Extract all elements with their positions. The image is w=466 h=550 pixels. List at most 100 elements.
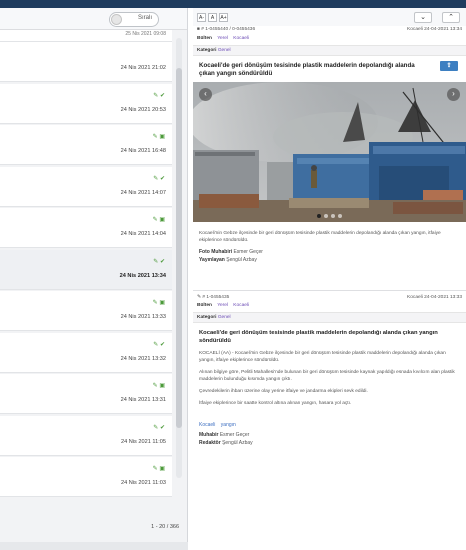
photo-next-arrow[interactable]: ›: [447, 88, 460, 101]
article-paragraph: Alınan bilgiye göre, Pelitli Mahallesi'n…: [199, 370, 455, 382]
previous-item-button[interactable]: ⌃: [442, 12, 460, 23]
status-icons: ✎ ▣: [152, 134, 165, 140]
tag-label: Bülten: [197, 36, 212, 41]
detail-toolbar: A- A A+ ⌄ ⌃: [193, 8, 466, 26]
font-increase-button[interactable]: A+: [219, 12, 228, 22]
item-meta-2: ✎ # 1-0455435 Kocaeli 24-04-2021 13:33: [193, 293, 466, 303]
article-paragraph: İtfaiye ekiplerince bir saatte kontrol a…: [199, 401, 352, 406]
publisher-label: Yayınlayan: [199, 257, 225, 263]
list-item[interactable]: ✎ ▣ 24 Nis 2021 11:03: [0, 457, 172, 497]
news-list-panel: Sıralı 25 Nis 2021 09:08 24 Nis 2021 21:…: [0, 8, 188, 550]
status-icons: ✎ ✔: [153, 92, 165, 99]
news-photo[interactable]: ‹ ›: [193, 82, 466, 222]
list-item[interactable]: ✎ ▣ 24 Nis 2021 16:48: [0, 125, 172, 165]
keyword-link[interactable]: yangın: [221, 422, 236, 428]
scrollbar-thumb[interactable]: [176, 68, 182, 428]
sort-toggle[interactable]: Sıralı: [109, 12, 159, 27]
reporter-credit: Muhabir Esmer Geçer: [193, 431, 466, 439]
status-icons: ✎ ▣: [152, 383, 165, 389]
category-label: Kategori: [197, 48, 217, 53]
photo-pagination-dots: [317, 214, 342, 218]
font-decrease-button[interactable]: A-: [197, 12, 206, 22]
article-paragraph: KOCAELİ (AA) - Kocaeli'nin Gebze ilçesin…: [199, 351, 446, 363]
editor-label: Redaktör: [199, 440, 221, 446]
item-location-date: Kocaeli 24-04-2021 13:33: [407, 295, 462, 300]
credit-label: Foto Muhabiri: [199, 249, 233, 255]
item-date: 24 Nis 2021 21:02: [120, 65, 166, 71]
toggle-label: Sıralı: [137, 15, 152, 21]
divider: [193, 290, 466, 291]
list-item[interactable]: ✎ ▣ 24 Nis 2021 13:31: [0, 374, 172, 414]
photo-prev-arrow[interactable]: ‹: [199, 88, 212, 101]
status-icons: ✎ ✔: [153, 341, 165, 348]
list-item[interactable]: ✎ ✔ 24 Nis 2021 13:32: [0, 332, 172, 373]
toggle-knob: [111, 14, 122, 25]
tag-value[interactable]: Kocaeli: [233, 36, 249, 41]
fire-scene-image: [193, 82, 466, 222]
item-date: 24 Nis 2021 14:04: [120, 231, 166, 237]
next-item-button[interactable]: ⌄: [414, 12, 432, 23]
list-item[interactable]: ✎ ▣ 24 Nis 2021 14:04: [0, 208, 172, 248]
item-date: 25 Nis 2021 09:08: [125, 31, 166, 37]
list-item[interactable]: ✎ ✔ 24 Nis 2021 20:53: [0, 83, 172, 124]
category-value[interactable]: Genel: [218, 315, 231, 320]
status-icons: ✎ ▣: [152, 466, 165, 472]
category-label: Kategori: [197, 315, 217, 320]
editor-credit: Redaktör Şengül Azbay: [193, 439, 466, 447]
status-icons: ✎ ✔: [153, 175, 165, 182]
article-paragraph: Çevredekilerin ihbarı üzerine olay yerin…: [199, 389, 368, 394]
tag-value[interactable]: Yerel: [217, 303, 228, 308]
list-item[interactable]: ✎ ✔ 24 Nis 2021 14:07: [0, 166, 172, 207]
reporter-label: Muhabir: [199, 432, 219, 438]
list-item[interactable]: 25 Nis 2021 09:08: [0, 30, 172, 42]
news-list: 25 Nis 2021 09:08 24 Nis 2021 21:02 ✎ ✔ 2…: [0, 30, 172, 499]
item-date: 24 Nis 2021 13:33: [120, 314, 166, 320]
bulletin-tags: Bülten Yerel Kocaeli: [193, 303, 466, 312]
item-date: 24 Nis 2021 20:53: [120, 106, 166, 113]
photo-caption: Kocaeli'nin Gebze ilçesinde bir geri dön…: [199, 231, 441, 243]
item-ids: # 1-0455440 / 0-0455436: [201, 27, 256, 32]
item-date: 24 Nis 2021 14:07: [120, 189, 166, 196]
item-date: 24 Nis 2021 13:31: [120, 397, 166, 403]
item-headline-2: Kocaeli'de geri dönüşüm tesisinde plasti…: [199, 330, 438, 344]
headline-text: Kocaeli'de geri dönüşüm tesisinde plasti…: [199, 62, 415, 77]
list-header: Sıralı: [0, 8, 187, 30]
item-date: 24 Nis 2021 11:03: [121, 480, 166, 486]
list-item[interactable]: ✎ ✔ 24 Nis 2021 11:05: [0, 415, 172, 456]
item-date: 24 Nis 2021 11:05: [121, 438, 166, 445]
top-app-bar: [0, 0, 466, 8]
category-row: Kategori Genel: [193, 312, 466, 323]
tag-value[interactable]: Kocaeli: [233, 303, 249, 308]
item-ids: # 1-0455435: [202, 295, 230, 300]
bulletin-tags: Bülten Yerel Kocaeli: [193, 36, 466, 45]
photo-dot[interactable]: [317, 214, 321, 218]
item-date: 24 Nis 2021 13:34: [119, 272, 166, 279]
photo-dot[interactable]: [331, 214, 335, 218]
article-body: KOCAELİ (AA) - Kocaeli'nin Gebze ilçesin…: [193, 350, 466, 407]
keyword-link[interactable]: Kocaeli: [199, 422, 215, 428]
tag-value[interactable]: Yerel: [217, 36, 228, 41]
reporter-value: Esmer Geçer: [219, 432, 250, 438]
credit-value: Esmer Geçer: [233, 249, 263, 255]
publisher-value: Şengül Azbay: [226, 257, 257, 263]
list-footer: [0, 542, 188, 550]
category-row: Kategori Genel: [193, 45, 466, 56]
editor-value: Şengül Azbay: [222, 440, 253, 446]
photo-dot[interactable]: [324, 214, 328, 218]
download-icon: ⇪: [446, 63, 452, 69]
photo-credit: Foto Muhabiri Esmer Geçer: [193, 248, 466, 256]
item-location-date: Kocaeli 24-04-2021 13:34: [407, 27, 462, 32]
category-value[interactable]: Genel: [218, 48, 231, 53]
list-item[interactable]: ✎ ▣ 24 Nis 2021 13:33: [0, 291, 172, 331]
list-scrollbar[interactable]: [176, 38, 182, 478]
item-headline: Kocaeli'de geri dönüşüm tesisinde plasti…: [193, 56, 466, 82]
photo-dot[interactable]: [338, 214, 342, 218]
publisher-credit: Yayınlayan Şengül Azbay: [193, 256, 466, 264]
download-button[interactable]: ⇪: [440, 61, 458, 71]
list-item[interactable]: 24 Nis 2021 21:02: [0, 42, 172, 82]
tag-label: Bülten: [197, 303, 212, 308]
item-date: 24 Nis 2021 16:48: [120, 148, 166, 154]
status-icons: ✎ ✔: [153, 424, 165, 431]
font-reset-button[interactable]: A: [208, 12, 217, 22]
list-item-selected[interactable]: ✎ ✔ 24 Nis 2021 13:34: [0, 249, 172, 290]
